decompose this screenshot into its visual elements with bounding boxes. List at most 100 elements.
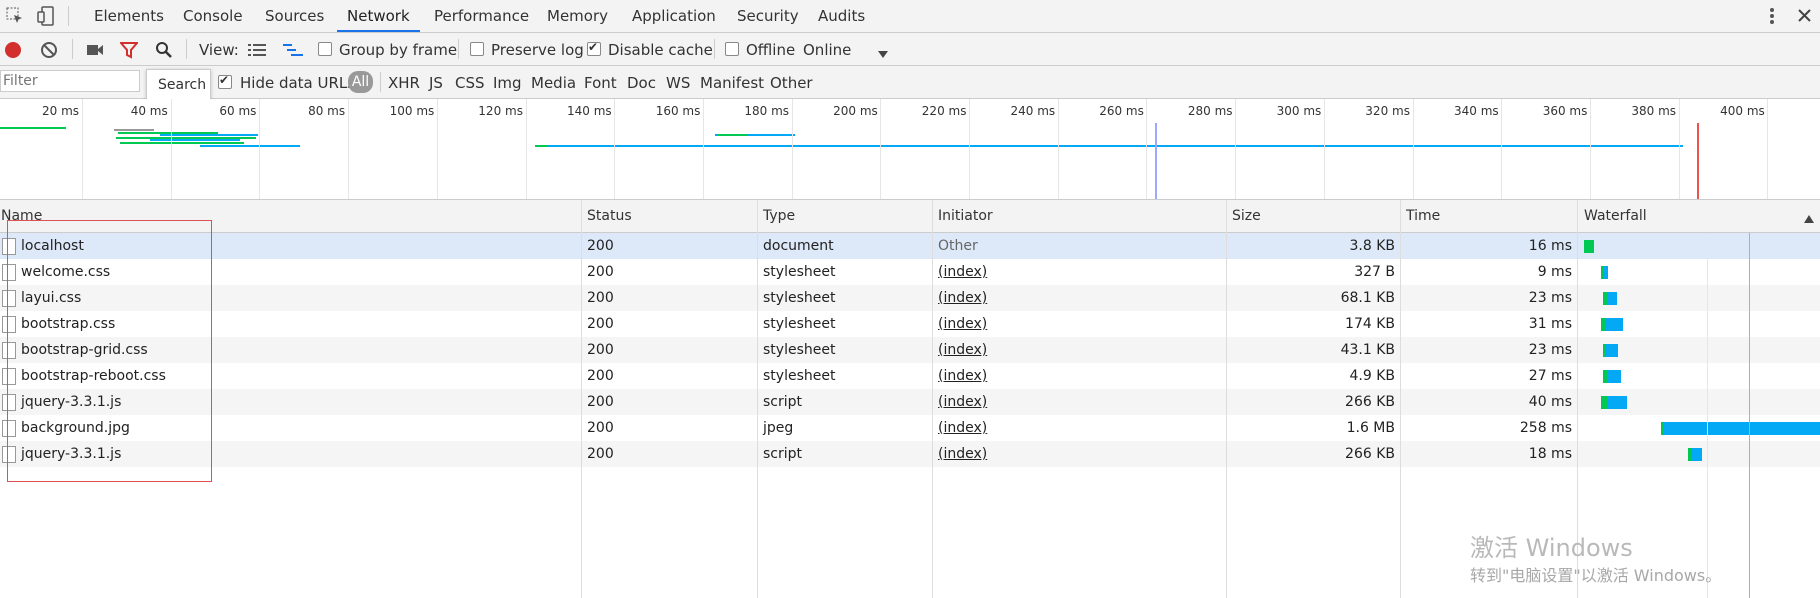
overview-tick-line <box>348 99 350 199</box>
overview-tick-label: 60 ms <box>219 104 257 118</box>
request-initiator[interactable]: (index) <box>938 363 987 389</box>
overview-bar <box>114 129 154 131</box>
request-row[interactable]: bootstrap.css 200 stylesheet (index) 174 KB 3… <box>0 311 1820 337</box>
request-size: 1.6 MB <box>1346 420 1395 436</box>
waterfall-bar-waiting <box>1584 240 1594 253</box>
waterfall-view-icon[interactable] <box>283 43 303 61</box>
preserve-log-checkbox[interactable] <box>470 42 484 56</box>
filter-type-other[interactable]: Other <box>770 74 813 92</box>
request-status: 200 <box>587 238 614 254</box>
column-header-size[interactable]: Size <box>1232 200 1261 232</box>
filter-type-manifest[interactable]: Manifest <box>700 74 764 92</box>
request-row[interactable]: jquery-3.3.1.js 200 script (index) 266 KB 40 … <box>0 389 1820 415</box>
request-size: 3.8 KB <box>1349 238 1396 254</box>
preserve-log-label: Preserve log <box>491 41 584 59</box>
inspect-element-icon[interactable] <box>6 7 24 29</box>
request-time: 23 ms <box>1528 342 1572 358</box>
tab-elements[interactable]: Elements <box>84 0 174 31</box>
filter-type-media[interactable]: Media <box>531 74 576 92</box>
column-header-type[interactable]: Type <box>763 200 795 232</box>
more-options-icon[interactable] <box>1768 6 1776 30</box>
column-header-time[interactable]: Time <box>1406 200 1440 232</box>
overview-tick-line <box>1235 99 1237 199</box>
timeline-overview[interactable]: 20 ms 40 ms 60 ms 80 ms 100 ms 120 ms 140 ms 16… <box>0 99 1820 200</box>
request-row[interactable]: background.jpg 200 jpeg (index) 1.6 MB 258 ms <box>0 415 1820 441</box>
overview-tick-label: 20 ms <box>42 104 80 118</box>
overview-tick-label: 360 ms <box>1542 104 1588 118</box>
capture-screenshots-icon[interactable] <box>86 43 104 61</box>
column-header-status[interactable]: Status <box>587 200 632 232</box>
request-row[interactable]: layui.css 200 stylesheet (index) 68.1 KB 23 m… <box>0 285 1820 311</box>
request-initiator[interactable]: (index) <box>938 441 987 467</box>
tab-security[interactable]: Security <box>727 0 809 31</box>
throttling-select[interactable]: Online <box>803 41 851 59</box>
dropdown-arrow-icon[interactable] <box>878 46 888 62</box>
request-initiator[interactable]: (index) <box>938 311 987 337</box>
overview-tick-label: 240 ms <box>1010 104 1056 118</box>
column-header-waterfall[interactable]: Waterfall <box>1584 200 1647 232</box>
tab-application[interactable]: Application <box>622 0 726 31</box>
clear-icon[interactable] <box>40 41 58 63</box>
request-row[interactable]: jquery-3.3.1.js 200 script (index) 266 KB 18 … <box>0 441 1820 467</box>
request-size: 174 KB <box>1345 316 1395 332</box>
filter-type-js[interactable]: JS <box>429 74 443 92</box>
filter-icon[interactable] <box>118 41 140 63</box>
tab-console[interactable]: Console <box>173 0 253 31</box>
large-rows-icon[interactable] <box>248 43 266 61</box>
overview-tick-line <box>1146 99 1148 199</box>
overview-tick-label: 180 ms <box>744 104 790 118</box>
filter-type-css[interactable]: CSS <box>455 74 485 92</box>
disable-cache-checkbox[interactable] <box>587 40 601 56</box>
filter-type-img[interactable]: Img <box>493 74 522 92</box>
record-icon[interactable] <box>4 41 22 63</box>
filter-type-ws[interactable]: WS <box>666 74 690 92</box>
network-toolbar: View: Group by frame Preserve log Disabl… <box>0 33 1820 66</box>
filter-type-font[interactable]: Font <box>584 74 617 92</box>
offline-checkbox[interactable] <box>725 42 739 56</box>
request-type: stylesheet <box>763 264 836 280</box>
tab-performance[interactable]: Performance <box>424 0 539 31</box>
request-initiator[interactable]: (index) <box>938 259 987 285</box>
overview-tick-label: 320 ms <box>1365 104 1410 118</box>
tab-network[interactable]: Network <box>337 0 420 32</box>
overview-tick-line <box>791 99 793 199</box>
request-time: 258 ms <box>1519 420 1572 436</box>
request-row[interactable]: localhost 200 document Other 3.8 KB 16 ms <box>0 233 1820 259</box>
column-divider <box>932 200 933 598</box>
request-type: stylesheet <box>763 342 836 358</box>
filter-type-all[interactable]: All <box>348 71 373 93</box>
overview-bar <box>150 139 240 141</box>
overview-bar <box>160 134 258 136</box>
filter-type-doc[interactable]: Doc <box>627 74 656 92</box>
tab-memory[interactable]: Memory <box>537 0 618 31</box>
request-initiator[interactable]: (index) <box>938 415 987 441</box>
request-row[interactable]: welcome.css 200 stylesheet (index) 327 B9 ms <box>0 259 1820 285</box>
request-type: jpeg <box>763 420 794 436</box>
request-time: 31 ms <box>1528 316 1572 332</box>
request-initiator[interactable]: (index) <box>938 285 987 311</box>
request-time: 18 ms <box>1528 446 1572 462</box>
request-time: 16 ms <box>1528 238 1572 254</box>
group-by-frame-checkbox[interactable] <box>318 42 332 56</box>
device-toolbar-icon[interactable] <box>37 6 55 30</box>
request-row[interactable]: bootstrap-reboot.css 200 stylesheet (index)… <box>0 363 1820 389</box>
overview-tick-line <box>1501 99 1503 199</box>
request-type: script <box>763 394 803 410</box>
filter-type-xhr[interactable]: XHR <box>388 74 420 92</box>
waterfall-grid-line <box>1707 233 1708 598</box>
request-row[interactable]: bootstrap-grid.css 200 stylesheet (index) 43… <box>0 337 1820 363</box>
column-header-initiator[interactable]: Initiator <box>938 200 993 232</box>
search-icon[interactable] <box>155 41 173 63</box>
waterfall-bar-download <box>1605 318 1623 331</box>
sort-ascending-icon[interactable] <box>1804 211 1814 227</box>
request-initiator[interactable]: (index) <box>938 337 987 363</box>
tab-sources[interactable]: Sources <box>255 0 334 31</box>
filter-input[interactable] <box>0 70 140 92</box>
close-icon[interactable] <box>1797 8 1812 27</box>
overview-tick-label: 200 ms <box>833 104 878 118</box>
tab-audits[interactable]: Audits <box>808 0 875 31</box>
divider <box>186 39 187 59</box>
request-initiator[interactable]: (index) <box>938 389 987 415</box>
overview-tick-line <box>1323 99 1325 199</box>
hide-data-urls-checkbox[interactable] <box>218 73 232 89</box>
